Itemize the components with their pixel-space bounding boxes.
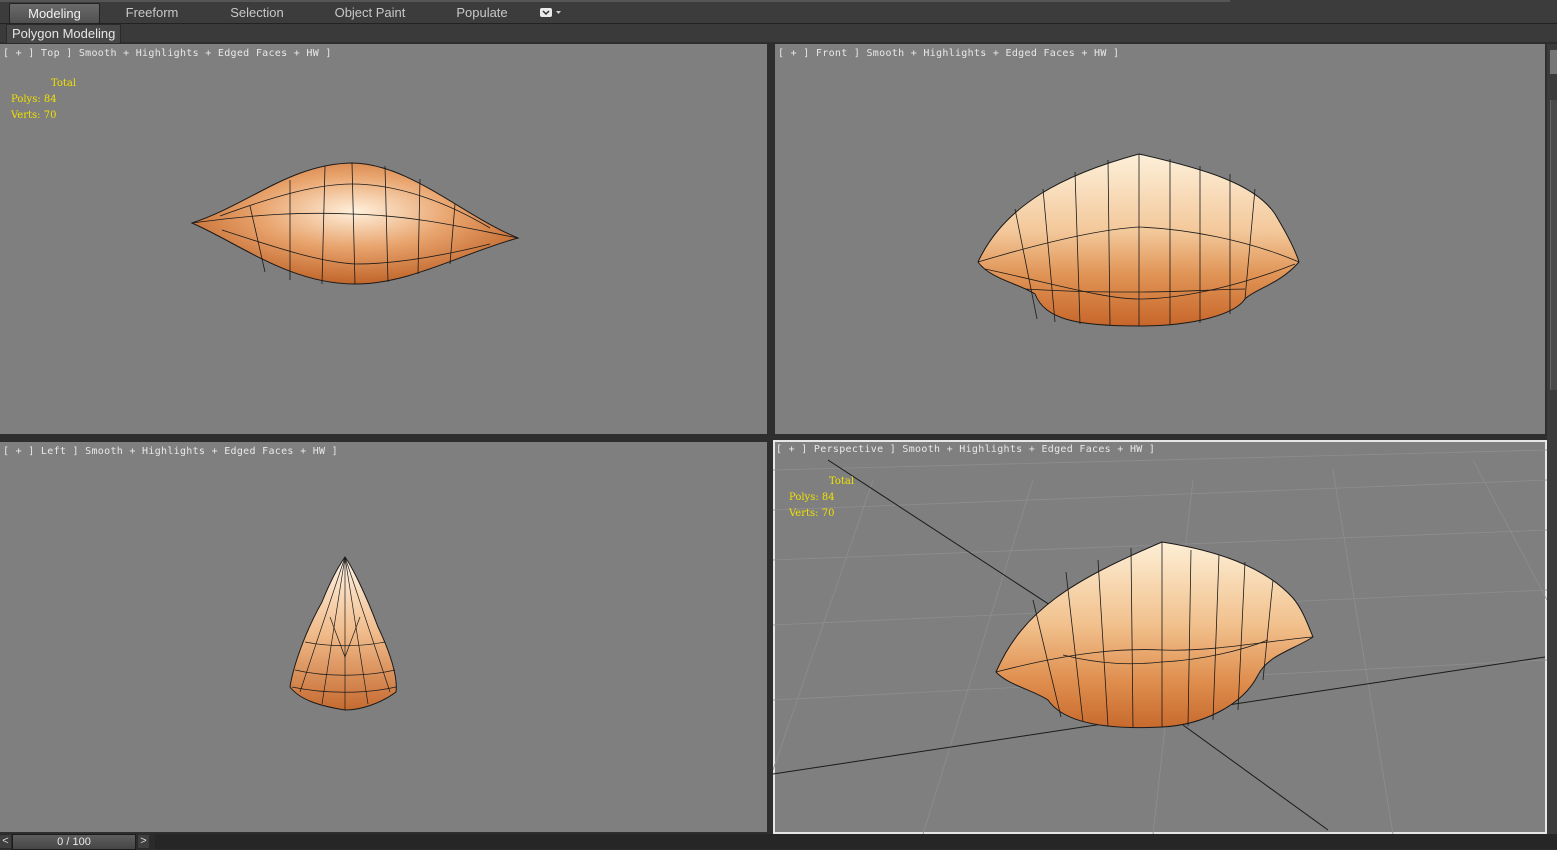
time-slider-bar: < 0 / 100 >: [0, 834, 1557, 850]
ribbon-panel-bar: Polygon Modeling: [0, 24, 1557, 44]
stats-total-label: Total: [829, 476, 855, 487]
viewport-top[interactable]: [ + ] Top ] Smooth + Highlights + Edged …: [0, 44, 767, 434]
command-panel-handle[interactable]: [1550, 50, 1557, 74]
tab-modeling[interactable]: Modeling: [9, 3, 100, 24]
viewport-front[interactable]: [ + ] Front ] Smooth + Highlights + Edge…: [775, 44, 1545, 434]
viewport-left[interactable]: [ + ] Left ] Smooth + Highlights + Edged…: [0, 442, 767, 832]
tab-selection[interactable]: Selection: [218, 3, 296, 22]
polygon-modeling-panel[interactable]: Polygon Modeling: [6, 24, 122, 44]
next-frame-button[interactable]: >: [138, 835, 149, 848]
stats-verts: Verts: 70: [789, 508, 835, 519]
ribbon-options-dropdown-icon[interactable]: [539, 7, 563, 19]
ribbon-tab-bar: Modeling Freeform Selection Object Paint…: [0, 0, 1557, 24]
tab-freeform[interactable]: Freeform: [112, 3, 192, 22]
viewport-label-perspective[interactable]: [ + ] Perspective ] Smooth + Highlights …: [776, 444, 1155, 455]
perspective-grid-and-mesh: [773, 449, 1547, 834]
time-slider[interactable]: 0 / 100: [12, 834, 136, 850]
previous-frame-button[interactable]: <: [0, 835, 11, 848]
time-track[interactable]: [155, 834, 1557, 849]
viewport-perspective[interactable]: [ + ] Perspective ] Smooth + Highlights …: [773, 440, 1547, 834]
left-view-mesh: [289, 556, 397, 711]
tab-populate[interactable]: Populate: [446, 3, 518, 22]
ribbon-top-line: [0, 0, 1230, 2]
front-view-mesh: [977, 153, 1300, 327]
stats-polys: Polys: 84: [789, 492, 835, 503]
command-panel-edge[interactable]: [1547, 44, 1557, 834]
stats-overlay-perspective: Total Polys: 84 Verts: 70: [789, 474, 854, 522]
top-view-mesh: [190, 162, 520, 285]
command-panel-scrollbar[interactable]: [1550, 100, 1557, 390]
tab-object-paint[interactable]: Object Paint: [326, 3, 414, 22]
